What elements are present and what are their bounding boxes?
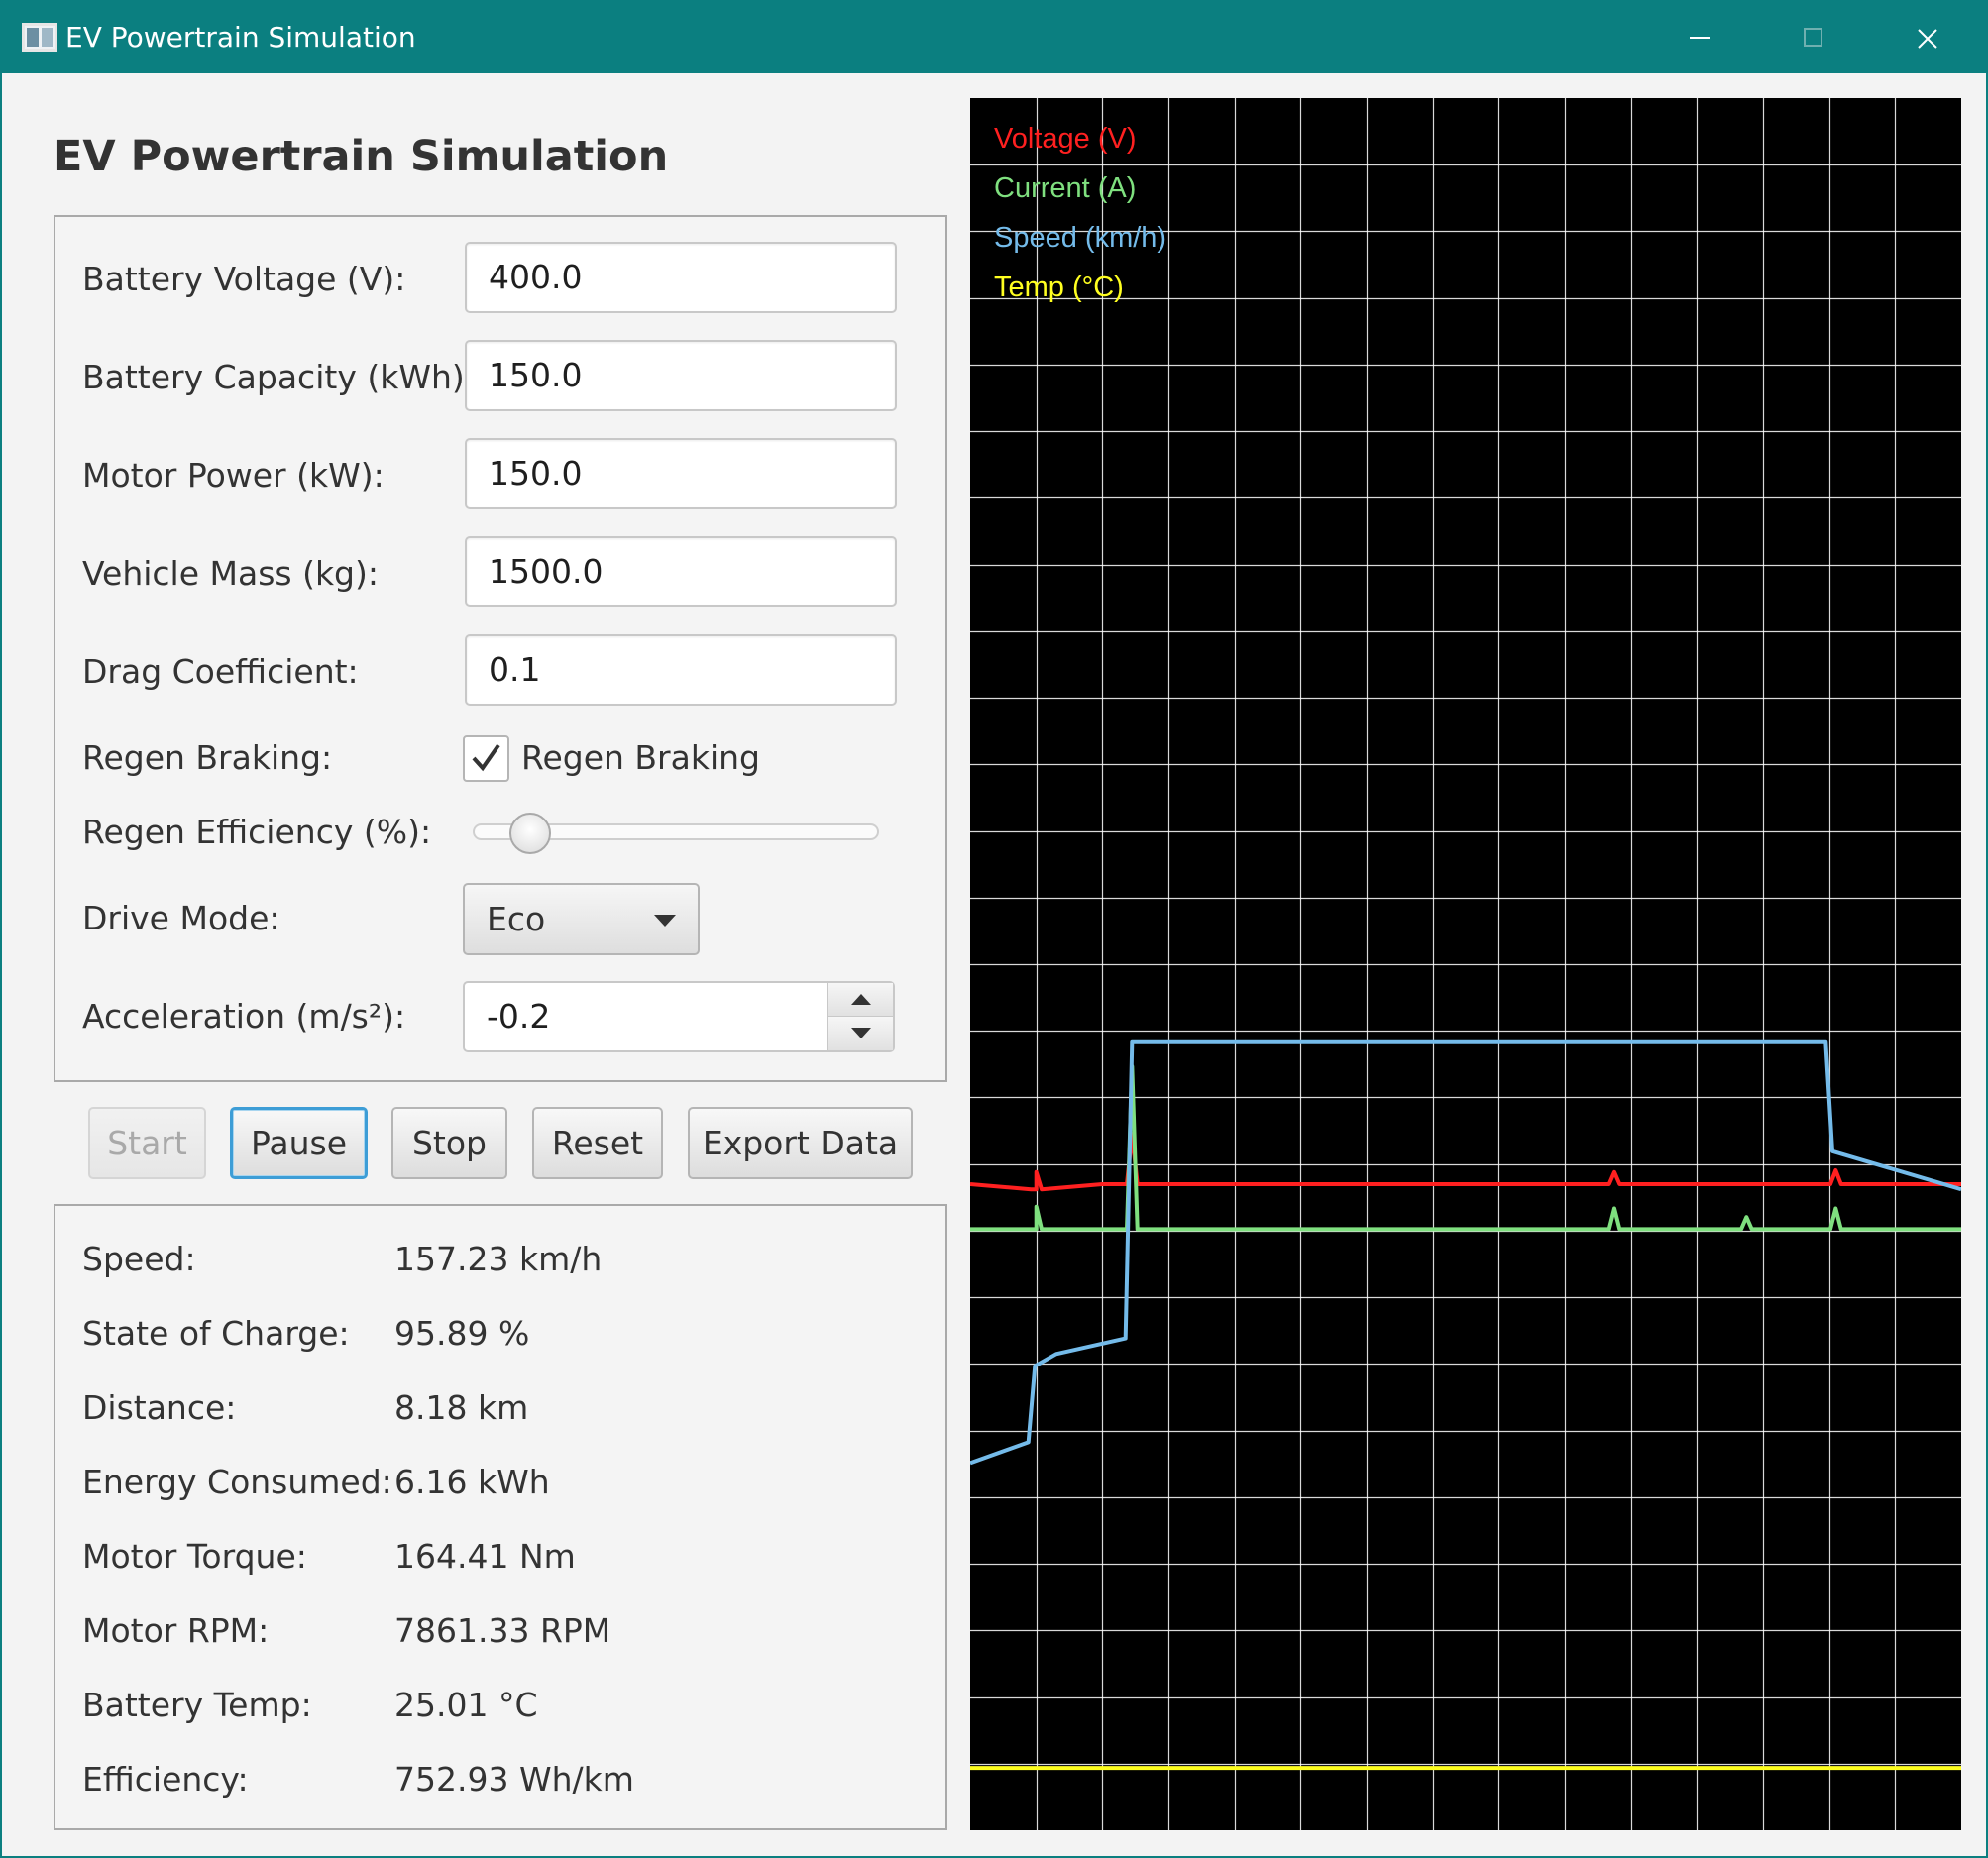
stat-label: Motor Torque:: [82, 1537, 307, 1576]
window-title: EV Powertrain Simulation: [65, 21, 416, 54]
stop-button[interactable]: Stop: [391, 1107, 507, 1179]
chevron-down-icon: [654, 915, 676, 927]
drive-mode-value: Eco: [487, 900, 546, 938]
stat-value: 95.89 %: [394, 1314, 530, 1353]
battery-capacity-field[interactable]: 150.0: [465, 340, 897, 411]
chart-canvas: Voltage (V) Current (A) Speed (km/h) Temp (…: [970, 98, 1961, 1830]
legend-entry: Speed (km/h): [994, 222, 1166, 254]
vehicle-mass-label: Vehicle Mass (kg):: [82, 554, 379, 593]
motor-power-field[interactable]: 150.0: [465, 438, 897, 509]
minimize-button[interactable]: [1642, 2, 1756, 73]
battery-voltage-field[interactable]: 400.0: [465, 242, 897, 313]
drive-mode-label: Drive Mode:: [82, 899, 280, 937]
battery-capacity-label: Battery Capacity (kWh):: [82, 358, 476, 396]
stat-value: 6.16 kWh: [394, 1463, 550, 1501]
legend-entry: Current (A): [994, 172, 1136, 204]
regen-braking-label: Regen Braking:: [82, 738, 333, 777]
stat-value: 752.93 Wh/km: [394, 1760, 634, 1799]
reset-button[interactable]: Reset: [532, 1107, 663, 1179]
spinner-increment-button[interactable]: [827, 983, 893, 1017]
export-data-button[interactable]: Export Data: [688, 1107, 913, 1179]
regen-braking-checkbox-label[interactable]: Regen Braking: [521, 738, 760, 778]
series-line: [970, 1039, 1961, 1466]
stat-label: Speed:: [82, 1240, 196, 1278]
stat-label: State of Charge:: [82, 1314, 350, 1353]
series-line: [970, 1132, 1961, 1192]
regen-braking-checkbox[interactable]: [463, 735, 509, 782]
page-title: EV Powertrain Simulation: [54, 132, 669, 181]
regen-efficiency-slider-thumb[interactable]: [509, 813, 552, 854]
battery-voltage-label: Battery Voltage (V):: [82, 260, 406, 298]
stat-value: 8.18 km: [394, 1388, 529, 1427]
regen-efficiency-label: Regen Efficiency (%):: [82, 813, 432, 851]
acceleration-spinner[interactable]: -0.2: [463, 981, 895, 1052]
stat-label: Motor RPM:: [82, 1611, 270, 1650]
acceleration-label: Acceleration (m/s²):: [82, 997, 406, 1036]
legend-entry: Temp (°C): [994, 272, 1124, 303]
stat-value: 7861.33 RPM: [394, 1611, 611, 1650]
stat-value: 25.01 °C: [394, 1686, 538, 1724]
checkmark-icon: [472, 743, 500, 772]
start-button[interactable]: Start: [88, 1107, 206, 1179]
drive-mode-select[interactable]: Eco: [463, 883, 700, 955]
close-button[interactable]: [1870, 2, 1984, 73]
live-chart: Voltage (V) Current (A) Speed (km/h) Temp (…: [970, 98, 1961, 1830]
app-icon: [22, 23, 57, 52]
stat-value: 164.41 Nm: [394, 1537, 576, 1576]
close-icon: [1918, 29, 1937, 49]
stat-label: Efficiency:: [82, 1760, 249, 1799]
title-bar[interactable]: EV Powertrain Simulation: [2, 2, 1986, 73]
stat-value: 157.23 km/h: [394, 1240, 603, 1278]
stat-label: Energy Consumed:: [82, 1463, 392, 1501]
series-line: [970, 1064, 1961, 1232]
drag-coefficient-label: Drag Coefficient:: [82, 652, 359, 691]
legend-entry: Voltage (V): [994, 123, 1136, 155]
maximize-icon: [1804, 28, 1822, 47]
minimize-icon: [1690, 37, 1710, 39]
acceleration-value[interactable]: -0.2: [487, 983, 550, 1050]
stats-panel: Speed: 157.23 km/h State of Charge: 95.8…: [54, 1204, 947, 1830]
motor-power-label: Motor Power (kW):: [82, 456, 385, 494]
maximize-button[interactable]: [1756, 2, 1870, 73]
pause-button[interactable]: Pause: [230, 1107, 368, 1179]
app-window: EV Powertrain Simulation EV Powertrain S…: [0, 0, 1988, 1858]
spinner-decrement-button[interactable]: [827, 1017, 893, 1050]
stat-label: Distance:: [82, 1388, 237, 1427]
stat-label: Battery Temp:: [82, 1686, 312, 1724]
vehicle-mass-field[interactable]: 1500.0: [465, 536, 897, 607]
drag-coefficient-field[interactable]: 0.1: [465, 634, 897, 706]
